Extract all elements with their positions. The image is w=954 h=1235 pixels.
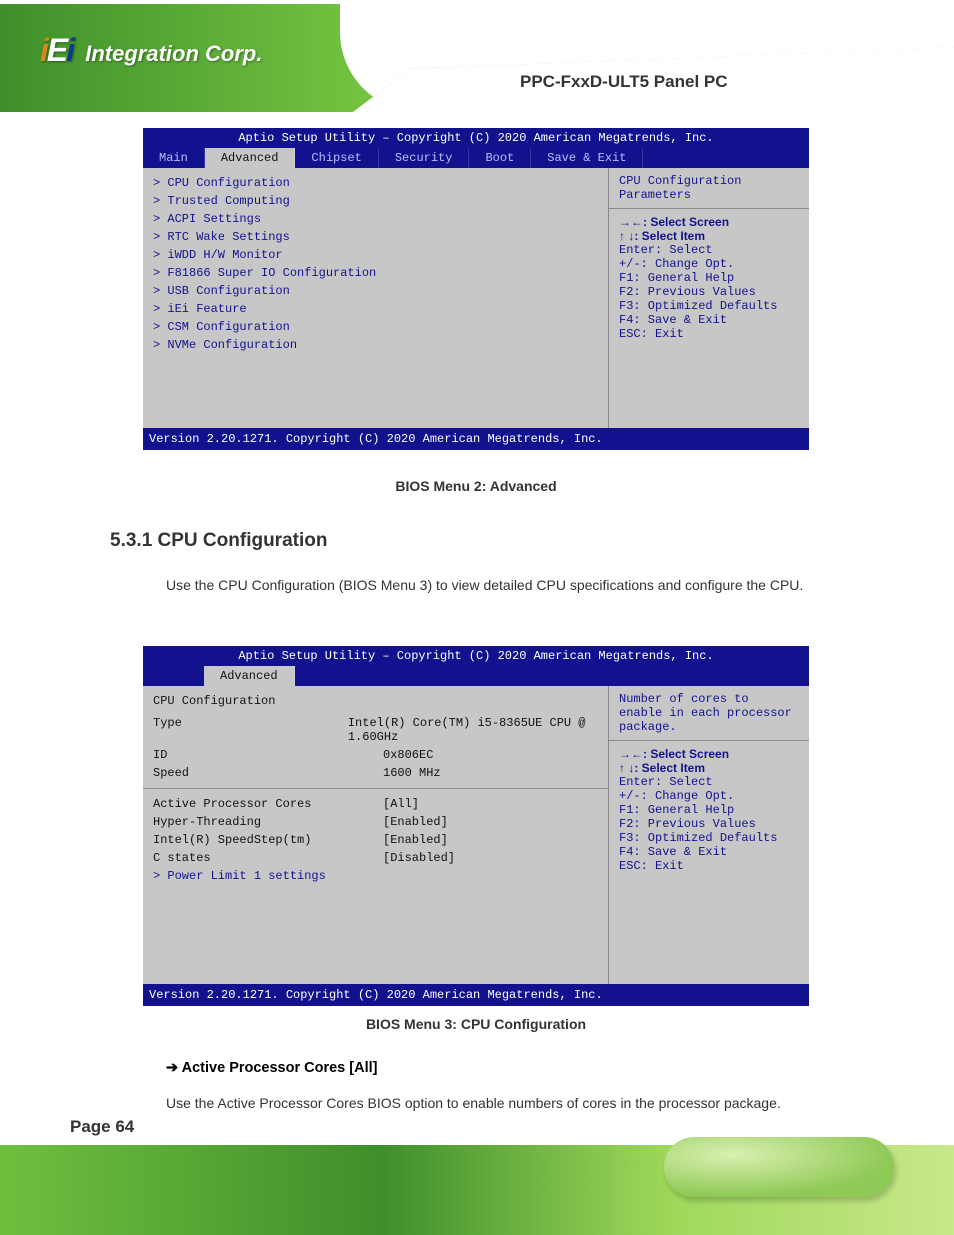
- key-f4: F4: Save & Exit: [619, 313, 799, 327]
- top-banner: iEi Integration Corp. · · · · · · · · · …: [0, 4, 954, 112]
- row-k: CPU Configuration: [153, 694, 383, 708]
- key-esc-2: ESC: Exit: [619, 859, 799, 873]
- speedstep-value[interactable]: [Enabled]: [383, 833, 448, 847]
- tab-advanced-2[interactable]: Advanced: [204, 666, 295, 686]
- bios-left-pane-2: CPU Configuration TypeIntel(R) Core(TM) …: [143, 686, 609, 984]
- bios-cpu-config: Aptio Setup Utility – Copyright (C) 2020…: [141, 644, 811, 1008]
- item-hw-monitor[interactable]: > iWDD H/W Monitor: [153, 246, 598, 264]
- cores-label: Active Processor Cores: [153, 797, 383, 811]
- ht-value[interactable]: [Enabled]: [383, 815, 448, 829]
- bios-tabs: Main Advanced Chipset Security Boot Save…: [143, 148, 809, 168]
- key-change-2: +/-: Change Opt.: [619, 789, 799, 803]
- option-heading: ➔ Active Processor Cores [All]: [166, 1060, 377, 1076]
- tab-save-exit[interactable]: Save & Exit: [531, 148, 643, 168]
- tab-main[interactable]: Main: [143, 148, 205, 168]
- item-rtc[interactable]: > RTC Wake Settings: [153, 228, 598, 246]
- key-f4-2: F4: Save & Exit: [619, 845, 799, 859]
- id-value: 0x806EC: [383, 748, 433, 762]
- speedstep-label: Intel(R) SpeedStep(tm): [153, 833, 383, 847]
- speed-value: 1600 MHz: [383, 766, 441, 780]
- bios-right-pane-2: Number of cores to enable in each proces…: [609, 686, 809, 984]
- product-title: PPC-FxxD-ULT5 Panel PC: [520, 72, 728, 92]
- section-paragraph: Use the CPU Configuration (BIOS Menu 3) …: [166, 574, 806, 596]
- key-change: +/-: Change Opt.: [619, 257, 799, 271]
- tab-boot[interactable]: Boot: [469, 148, 531, 168]
- item-acpi[interactable]: > ACPI Settings: [153, 210, 598, 228]
- option-paragraph: Use the Active Processor Cores BIOS opti…: [166, 1092, 806, 1114]
- cores-value[interactable]: [All]: [383, 797, 419, 811]
- item-csm[interactable]: > CSM Configuration: [153, 318, 598, 336]
- caption-bios3: BIOS Menu 3: CPU Configuration: [141, 1016, 811, 1032]
- tab-chipset[interactable]: Chipset: [295, 148, 378, 168]
- right-hint: CPU Configuration Parameters: [619, 174, 799, 202]
- key-f2: F2: Previous Values: [619, 285, 799, 299]
- brand-logo: iEi Integration Corp.: [40, 32, 262, 69]
- bottom-dots: · · · · · · · · ·· · · · · · ·· · · · ·: [529, 1159, 644, 1189]
- ht-label: Hyper-Threading: [153, 815, 383, 829]
- key-select-screen-2: →←: Select Screen: [619, 747, 799, 761]
- key-enter: Enter: Select: [619, 243, 799, 257]
- type-label: Type: [153, 716, 348, 744]
- tab-advanced[interactable]: Advanced: [205, 148, 296, 168]
- key-f3: F3: Optimized Defaults: [619, 299, 799, 313]
- caption-bios2: BIOS Menu 2: Advanced: [141, 478, 811, 494]
- item-iei-feature[interactable]: > iEi Feature: [153, 300, 598, 318]
- bottom-pill: [664, 1137, 894, 1197]
- bios-title-2: Aptio Setup Utility – Copyright (C) 2020…: [143, 646, 809, 666]
- item-cpu-config[interactable]: > CPU Configuration: [153, 174, 598, 192]
- key-f3-2: F3: Optimized Defaults: [619, 831, 799, 845]
- key-f2-2: F2: Previous Values: [619, 817, 799, 831]
- page-number: Page 64: [70, 1117, 134, 1137]
- right-hint-2: Number of cores to enable in each proces…: [619, 692, 799, 734]
- power-limit-link[interactable]: > Power Limit 1 settings: [153, 867, 598, 885]
- bios-footer-2: Version 2.20.1271. Copyright (C) 2020 Am…: [143, 984, 809, 1006]
- id-label: ID: [153, 748, 383, 762]
- key-esc: ESC: Exit: [619, 327, 799, 341]
- key-select-item-2: ↑ ↓: Select Item: [619, 761, 799, 775]
- key-f1-2: F1: General Help: [619, 803, 799, 817]
- bios-footer: Version 2.20.1271. Copyright (C) 2020 Am…: [143, 428, 809, 450]
- type-value: Intel(R) Core(TM) i5-8365UE CPU @ 1.60GH…: [348, 716, 598, 744]
- bios-advanced-menu: Aptio Setup Utility – Copyright (C) 2020…: [141, 126, 811, 452]
- tab-security[interactable]: Security: [379, 148, 470, 168]
- key-enter-2: Enter: Select: [619, 775, 799, 789]
- key-f1: F1: General Help: [619, 271, 799, 285]
- item-superio[interactable]: > F81866 Super IO Configuration: [153, 264, 598, 282]
- bios-title: Aptio Setup Utility – Copyright (C) 2020…: [143, 128, 809, 148]
- bios-tabs-2: Advanced: [143, 666, 809, 686]
- cstates-label: C states: [153, 851, 383, 865]
- key-select-screen: →←: Select Screen: [619, 215, 799, 229]
- item-usb[interactable]: > USB Configuration: [153, 282, 598, 300]
- cstates-value[interactable]: [Disabled]: [383, 851, 455, 865]
- speed-label: Speed: [153, 766, 383, 780]
- bios-left-pane: > CPU Configuration > Trusted Computing …: [143, 168, 609, 428]
- section-heading: 5.3.1 CPU Configuration: [110, 530, 327, 552]
- key-select-item: ↑ ↓: Select Item: [619, 229, 799, 243]
- item-nvme[interactable]: > NVMe Configuration: [153, 336, 598, 354]
- bios-right-pane: CPU Configuration Parameters →←: Select …: [609, 168, 809, 428]
- item-trusted[interactable]: > Trusted Computing: [153, 192, 598, 210]
